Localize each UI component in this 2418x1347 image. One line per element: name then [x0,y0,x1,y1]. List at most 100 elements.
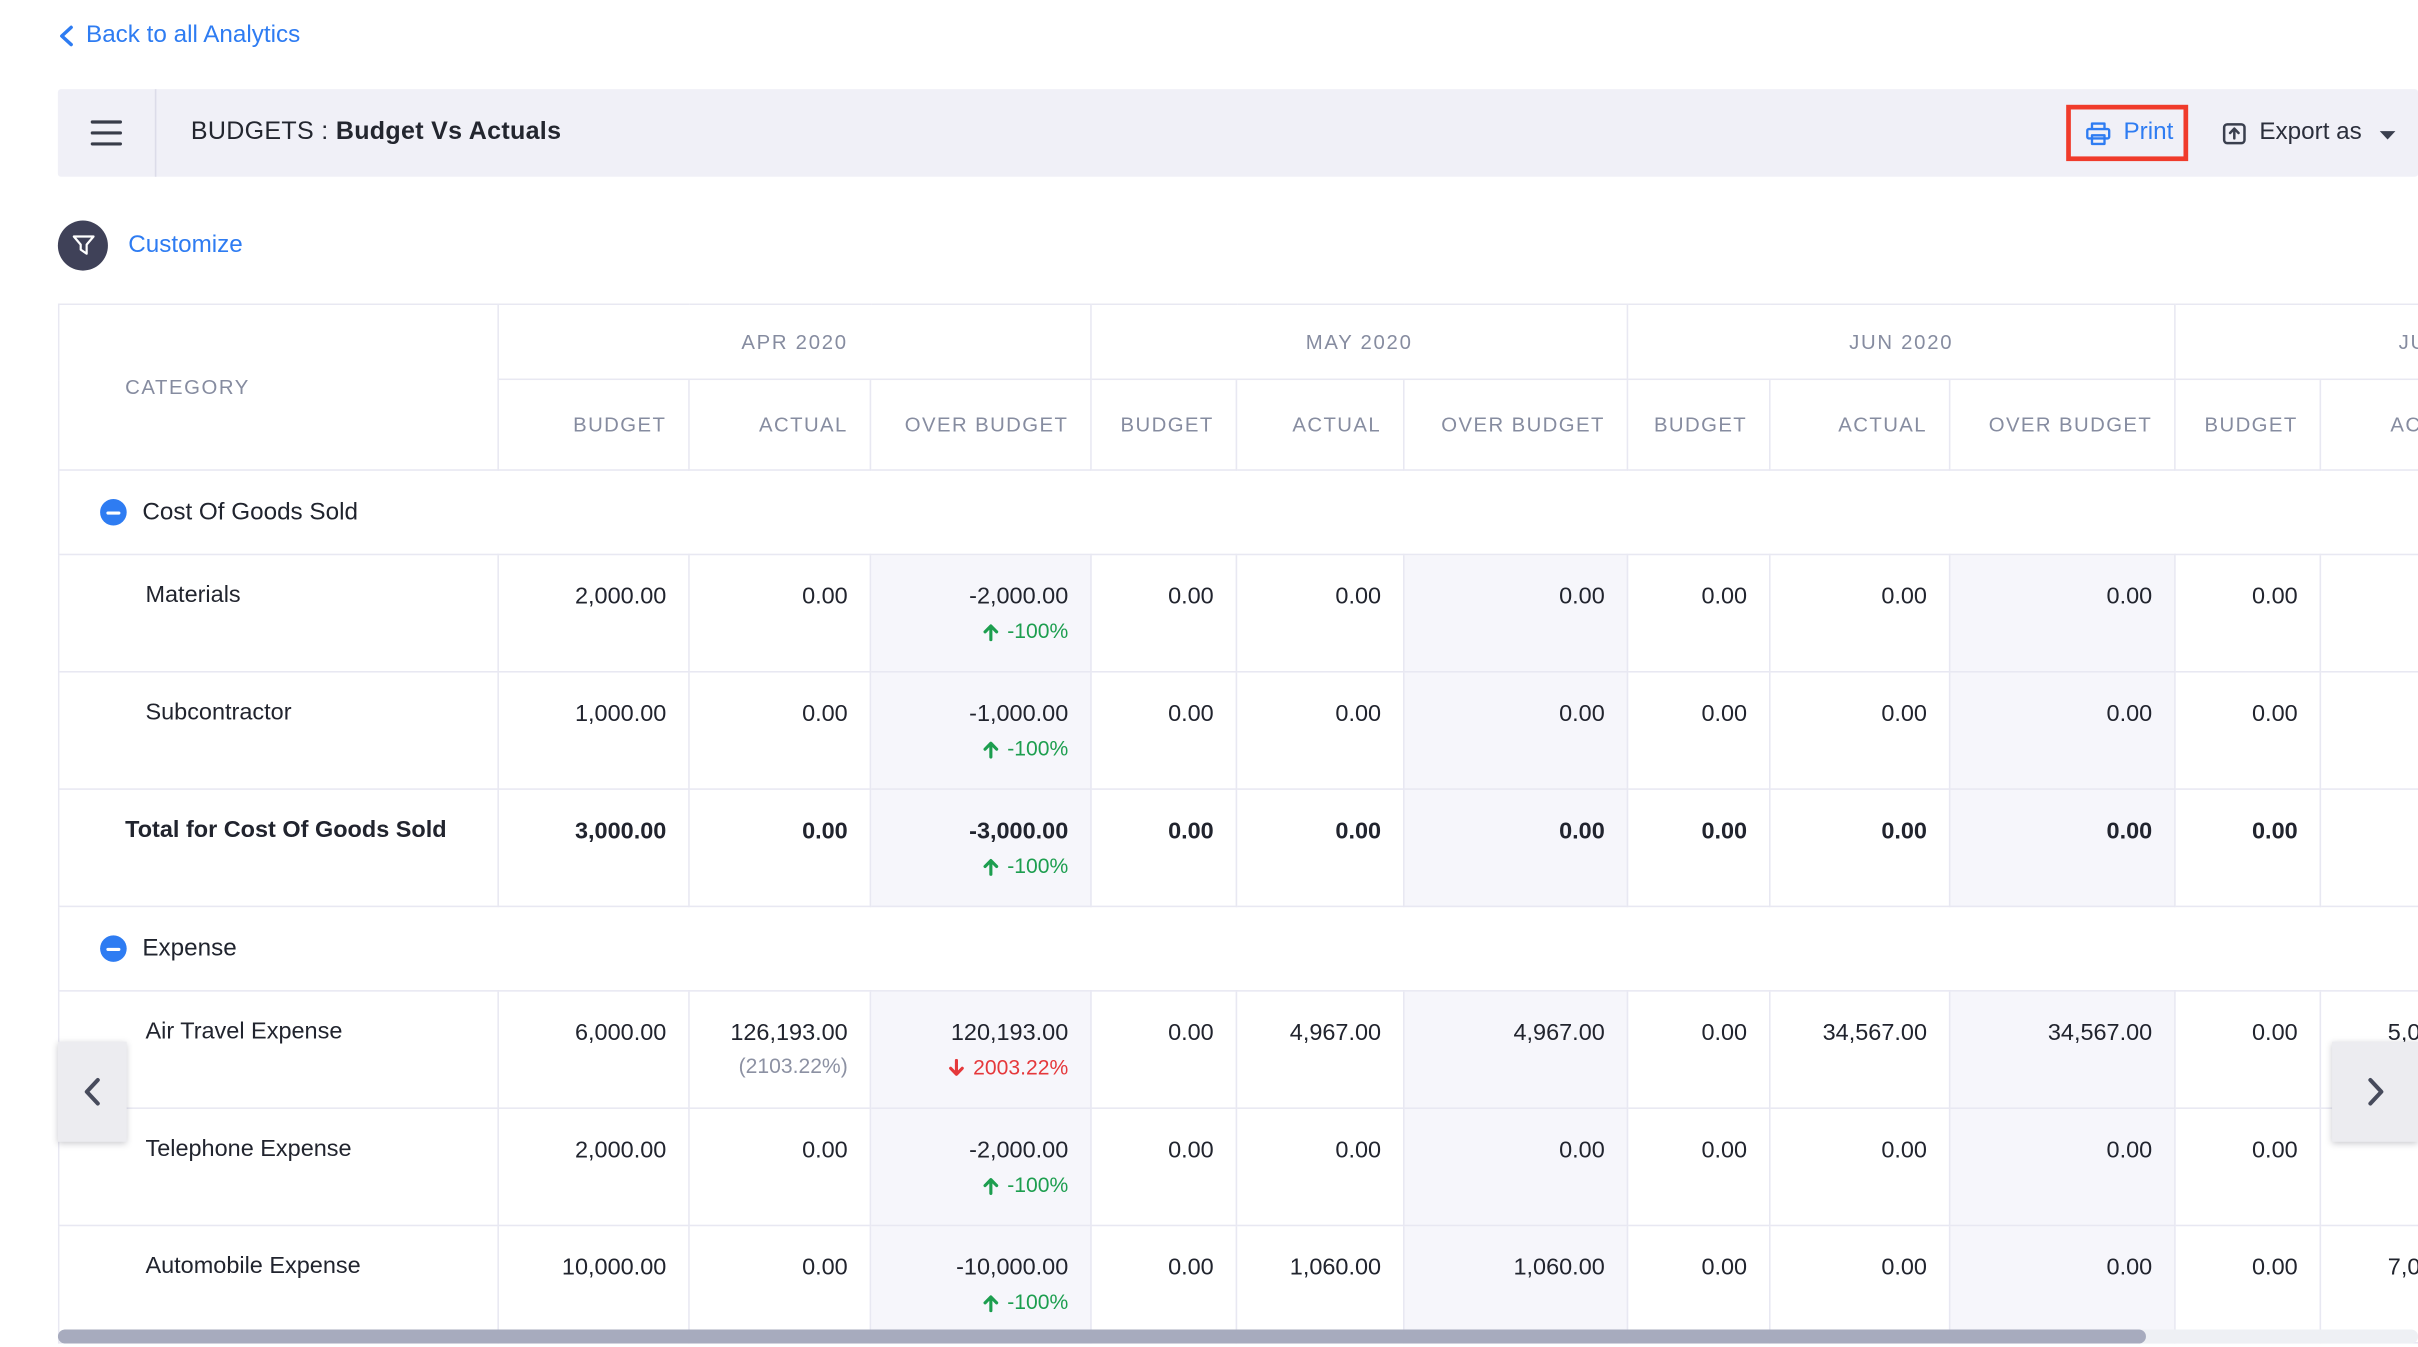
cell-delta-value: -100% [1007,1290,1068,1315]
section-label: Cost Of Goods Sold [142,498,358,526]
value-cell: 0.00 [1950,1225,2175,1342]
column-header-budget: BUDGET [1091,379,1236,470]
arrow-up-icon [982,1294,999,1313]
value-cell: 0.00 [1627,672,1769,789]
cell-value: 4,967.00 [1414,1018,1605,1048]
table-row: Automobile Expense10,000.000.00-10,000.0… [59,1225,2418,1342]
column-header-actual: ACTUAL [1770,379,1950,470]
value-cell: 0.00 [1236,672,1403,789]
cell-value: 4,967.00 [1247,1018,1382,1048]
cell-value: 0.00 [1638,1136,1747,1166]
value-cell: 1,060.00 [1404,1225,1628,1342]
value-cell: 4,967.00 [1404,991,1628,1108]
horizontal-scrollbar[interactable] [58,1329,2418,1343]
value-cell: 0.00 [689,1108,870,1225]
cell-value: -2,000.00 [881,582,1069,612]
section-row: Expense [59,906,2418,990]
value-cell: -10,000.00-100% [870,1225,1091,1342]
value-cell: 0.00 [1770,1108,1950,1225]
cell-value: 0.00 [1960,1136,2152,1166]
section-label: Expense [142,935,236,963]
back-link-label: Back to all Analytics [86,22,300,50]
cell-value: 0.00 [1101,582,1214,612]
column-header-actual: ACTUAL [2320,379,2418,470]
report-title-prefix: BUDGETS : [191,119,329,146]
toolbar-actions: Print Export as [2084,119,2418,147]
report-table-viewport: CATEGORYAPR 2020MAY 2020JUN 2020JUL 2020… [58,303,2418,1346]
value-cell: -2,000.00-100% [870,1108,1091,1225]
row-category-cell: Subcontractor [59,672,499,789]
section-cell: Cost Of Goods Sold [59,470,2418,554]
back-link[interactable]: Back to all Analytics [58,22,300,50]
value-cell: 0.00 [1236,554,1403,671]
value-cell: 0.00 [2320,789,2418,906]
cell-value: 0.00 [1780,699,1927,729]
value-cell: 1,000.00 [498,672,689,789]
scroll-right-button[interactable] [2332,1042,2418,1142]
value-cell: 0.00 [1091,1108,1236,1225]
cell-value: 34,567.00 [1960,1018,2152,1048]
value-cell: 0.00 [1404,554,1628,671]
cell-value: 0.00 [1960,582,2152,612]
horizontal-scrollbar-thumb[interactable] [58,1329,2146,1343]
value-cell: 0.00 [1404,1108,1628,1225]
hamburger-icon [91,120,122,145]
cell-value: 34,567.00 [1780,1018,1927,1048]
value-cell: 0.00 [1770,554,1950,671]
hamburger-menu-button[interactable] [58,89,157,177]
value-cell: -2,000.00 -100% [870,554,1091,671]
chevron-right-icon [2364,1076,2386,1107]
arrow-up-icon [982,740,999,759]
value-cell: 0.00 [1627,554,1769,671]
cell-value: 0.00 [2185,816,2298,846]
value-cell: 0.00 [689,554,870,671]
cell-value: 0.00 [1638,1253,1747,1283]
arrow-up-icon [982,1176,999,1195]
cell-value: 0.00 [699,1136,848,1166]
cell-delta: -100% [881,1290,1069,1315]
cell-delta: -100% [881,619,1069,644]
value-cell: 0.00 [1950,1108,2175,1225]
value-cell: 0.00 [689,1225,870,1342]
filter-funnel-icon [71,235,94,257]
filter-button[interactable] [58,221,108,271]
export-as-label: Export as [2259,119,2361,147]
cell-value: 0.00 [2185,1253,2298,1283]
cell-value: 0.00 [1414,699,1605,729]
cell-value: 2,000.00 [508,1136,666,1166]
table-row: Air Travel Expense6,000.00126,193.00(210… [59,991,2418,1108]
chevron-left-icon [58,25,75,47]
scroll-left-button[interactable] [58,1042,127,1142]
value-cell: 0.00 [1091,1225,1236,1342]
value-cell: 3,000.00 [498,789,689,906]
customize-link[interactable]: Customize [128,231,243,259]
month-group-header: JUL 2020 [2175,304,2418,379]
value-cell: 0.00 [1770,789,1950,906]
cell-value: 0.00 [1247,582,1382,612]
cell-value: 0.00 [1638,816,1747,846]
value-cell: 2,000.00 [498,554,689,671]
cell-value: 0.00 [2331,699,2418,729]
cell-value: 0.00 [1101,1253,1214,1283]
cell-value: 0.00 [1780,1136,1927,1166]
arrow-up-icon [982,623,999,642]
cell-value: 120,193.00 [881,1018,1069,1048]
export-as-button[interactable]: Export as [2220,119,2396,147]
arrow-up-icon [982,857,999,876]
report-title-name: Budget Vs Actuals [336,119,561,146]
cell-delta: -100% [881,737,1069,762]
cell-value: 0.00 [1247,1136,1382,1166]
collapse-icon[interactable] [100,935,127,962]
cell-value: 0.00 [1101,699,1214,729]
value-cell: 0.00 [1950,789,2175,906]
month-group-header: APR 2020 [498,304,1091,379]
print-button-wrap: Print [2084,119,2173,147]
value-cell: 6,000.00 [498,991,689,1108]
cell-delta: 2003.22% [881,1056,1069,1081]
print-button[interactable]: Print [2084,119,2173,147]
cell-value: 0.00 [2331,816,2418,846]
collapse-icon[interactable] [100,499,127,526]
value-cell: 0.00 [1091,554,1236,671]
cell-value: 0.00 [1780,582,1927,612]
value-cell: 126,193.00(2103.22%) [689,991,870,1108]
